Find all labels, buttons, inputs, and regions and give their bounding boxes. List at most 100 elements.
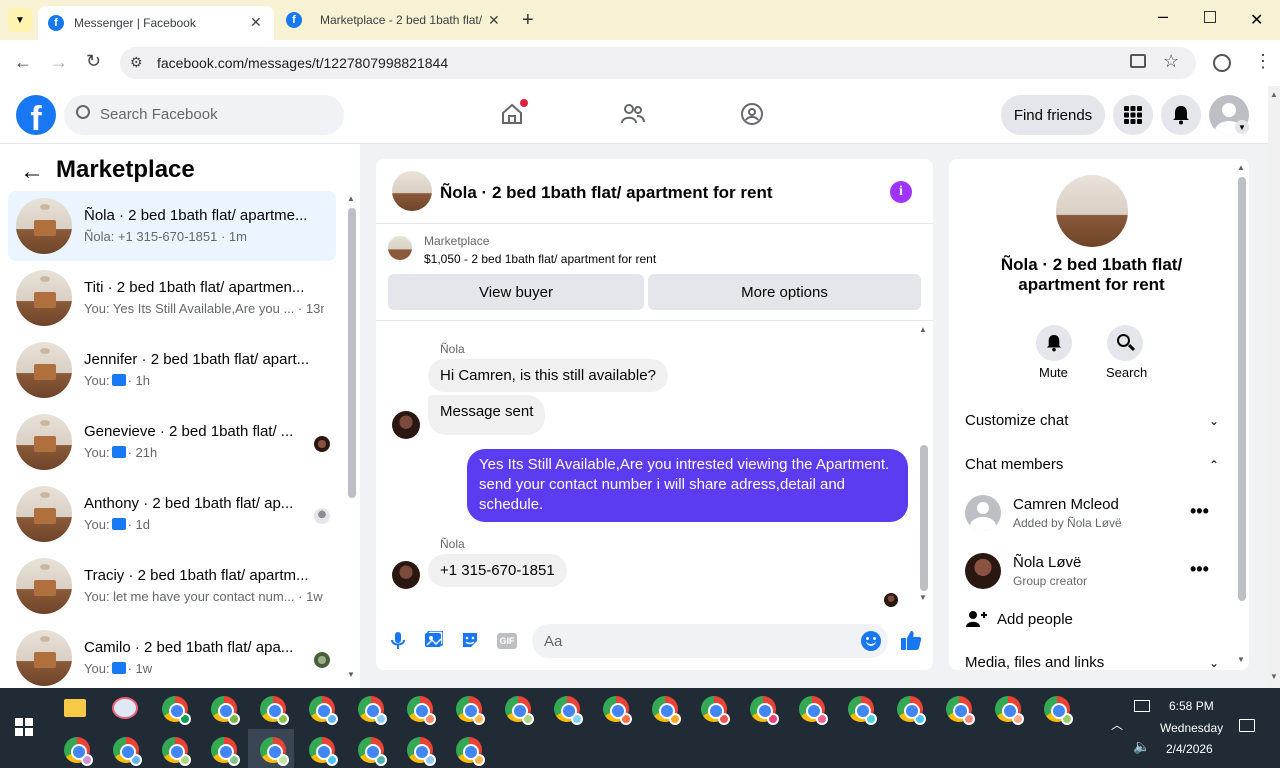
- menu-dots-icon[interactable]: ⋮: [1254, 51, 1272, 72]
- close-tab-icon[interactable]: ✕: [250, 14, 262, 31]
- chrome-icon[interactable]: [309, 737, 338, 766]
- chrome-icon[interactable]: [162, 737, 191, 766]
- scroll-down-icon[interactable]: ▼: [919, 593, 927, 602]
- install-app-icon[interactable]: [1130, 54, 1146, 68]
- chrome-icon[interactable]: [260, 737, 289, 766]
- search-button[interactable]: [1107, 325, 1143, 361]
- chevron-down-icon[interactable]: ▼: [1235, 120, 1249, 134]
- chrome-icon[interactable]: [211, 696, 240, 725]
- microphone-icon[interactable]: [391, 631, 405, 651]
- close-tab-icon[interactable]: ✕: [488, 12, 500, 29]
- chrome-icon[interactable]: [1044, 696, 1073, 725]
- new-tab-icon[interactable]: +: [522, 9, 534, 32]
- profile-icon[interactable]: [1213, 54, 1231, 72]
- chat-members-row[interactable]: Chat members ⌃: [965, 456, 1219, 473]
- chat-thumbnail[interactable]: [392, 171, 432, 211]
- file-explorer-icon[interactable]: [64, 699, 86, 717]
- restore-icon[interactable]: [1204, 11, 1216, 23]
- thumbs-up-send-icon[interactable]: [900, 629, 922, 651]
- close-window-icon[interactable]: ✕: [1250, 10, 1263, 30]
- emoji-icon[interactable]: [861, 631, 881, 651]
- groups-icon[interactable]: [740, 102, 764, 126]
- find-friends-button[interactable]: Find friends: [1001, 95, 1105, 135]
- conversation-item[interactable]: Genevieve · 2 bed 1bath flat/ ... You: · …: [8, 407, 336, 477]
- chrome-icon[interactable]: [848, 696, 877, 725]
- member-name[interactable]: Camren Mcleod: [1013, 496, 1119, 513]
- chrome-icon[interactable]: [946, 696, 975, 725]
- chrome-icon[interactable]: [750, 696, 779, 725]
- chrome-icon[interactable]: [505, 696, 534, 725]
- tab-marketplace[interactable]: f Marketplace - 2 bed 1bath flat/ ✕: [276, 0, 512, 40]
- member-avatar[interactable]: [965, 553, 1001, 589]
- home-icon[interactable]: [500, 99, 528, 126]
- chrome-icon[interactable]: [309, 696, 338, 725]
- chrome-icon[interactable]: [456, 696, 485, 725]
- reload-icon[interactable]: ↻: [86, 51, 101, 72]
- scroll-up-icon[interactable]: ▲: [919, 325, 927, 334]
- gif-icon[interactable]: GIF: [497, 633, 517, 649]
- friends-icon[interactable]: [620, 102, 646, 126]
- site-info-icon[interactable]: ⚙: [130, 54, 143, 71]
- chat-title[interactable]: Ñola · 2 bed 1bath flat/ apartment for r…: [440, 183, 773, 203]
- member-options-icon[interactable]: •••: [1190, 559, 1209, 580]
- conversation-item[interactable]: Camilo · 2 bed 1bath flat/ apa... You: · …: [8, 623, 336, 693]
- view-buyer-button[interactable]: View buyer: [388, 274, 644, 310]
- mute-button[interactable]: [1036, 325, 1072, 361]
- chat-scrollbar[interactable]: ▲ ▼: [919, 325, 929, 605]
- windows-start-icon[interactable]: [15, 718, 33, 736]
- network-icon[interactable]: [1134, 700, 1150, 712]
- chrome-icon[interactable]: [211, 737, 240, 766]
- facebook-logo-icon[interactable]: f: [16, 95, 56, 135]
- chrome-icon[interactable]: [799, 696, 828, 725]
- minimize-icon[interactable]: –: [1158, 6, 1168, 27]
- forward-arrow-icon[interactable]: →: [50, 52, 68, 73]
- outgoing-message[interactable]: Yes Its Still Available,Are you intreste…: [467, 449, 908, 522]
- back-arrow-icon[interactable]: ←: [20, 158, 44, 186]
- clock-time[interactable]: 6:58 PM: [1169, 699, 1214, 713]
- tab-search-button[interactable]: ▼: [8, 8, 32, 32]
- member-name[interactable]: Ñola Løvë: [1013, 554, 1081, 571]
- more-options-button[interactable]: More options: [648, 274, 921, 310]
- info-scrollbar[interactable]: ▲ ▼: [1237, 163, 1247, 667]
- scroll-thumb[interactable]: [1238, 177, 1246, 601]
- incoming-message[interactable]: Message sent: [428, 395, 546, 435]
- scroll-down-icon[interactable]: ▼: [1270, 672, 1278, 681]
- chrome-icon[interactable]: [358, 737, 387, 766]
- scroll-up-icon[interactable]: ▲: [347, 194, 355, 203]
- message-input[interactable]: Aa: [532, 624, 888, 658]
- clock-day[interactable]: Wednesday: [1160, 721, 1223, 735]
- conversation-item[interactable]: Jennifer · 2 bed 1bath flat/ apart... Yo…: [8, 335, 336, 405]
- conversation-item[interactable]: Ñola · 2 bed 1bath flat/ apartme... Ñola…: [8, 191, 336, 261]
- notification-center-icon[interactable]: [1239, 719, 1255, 732]
- chrome-icon[interactable]: [554, 696, 583, 725]
- scroll-up-icon[interactable]: ▲: [1270, 90, 1278, 99]
- member-avatar[interactable]: [965, 495, 1001, 531]
- clock-date[interactable]: 2/4/2026: [1166, 742, 1213, 756]
- chrome-icon[interactable]: [162, 696, 191, 725]
- info-icon[interactable]: i: [890, 181, 912, 203]
- chrome-icon[interactable]: [64, 737, 93, 766]
- scroll-thumb[interactable]: [920, 445, 928, 591]
- chrome-icon[interactable]: [995, 696, 1024, 725]
- chrome-icon[interactable]: [652, 696, 681, 725]
- bookmark-star-icon[interactable]: ☆: [1163, 51, 1179, 72]
- incoming-message[interactable]: +1 315-670-1851: [428, 554, 567, 587]
- photo-icon[interactable]: [425, 631, 443, 649]
- volume-icon[interactable]: 🔈: [1133, 738, 1150, 755]
- page-scrollbar[interactable]: ▲ ▼: [1268, 86, 1280, 688]
- tab-messenger[interactable]: f Messenger | Facebook ✕: [38, 6, 274, 40]
- chrome-icon[interactable]: [113, 737, 142, 766]
- chrome-icon[interactable]: [358, 696, 387, 725]
- add-people-button[interactable]: Add people: [965, 609, 1219, 629]
- customize-chat-row[interactable]: Customize chat ⌄: [965, 412, 1219, 429]
- conversation-item[interactable]: Titi · 2 bed 1bath flat/ apartmen... You…: [8, 263, 336, 333]
- chrome-icon[interactable]: [701, 696, 730, 725]
- paint-app-icon[interactable]: [112, 697, 138, 719]
- back-arrow-icon[interactable]: ←: [14, 52, 32, 73]
- conversation-item[interactable]: Traciy · 2 bed 1bath flat/ apartm... You…: [8, 551, 336, 621]
- scroll-down-icon[interactable]: ▼: [347, 670, 355, 679]
- chrome-icon[interactable]: [456, 737, 485, 766]
- search-input[interactable]: Search Facebook: [64, 95, 344, 135]
- url-text[interactable]: facebook.com/messages/t/1227807998821844: [157, 55, 448, 71]
- chrome-icon[interactable]: [260, 696, 289, 725]
